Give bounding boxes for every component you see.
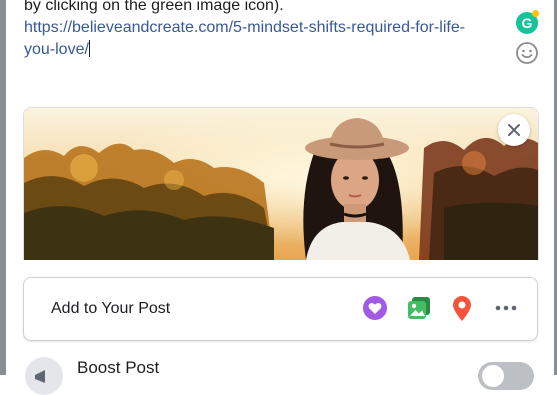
post-link[interactable]: https://believeandcreate.com/5-mindset-s… <box>24 19 465 58</box>
location-pin-icon[interactable] <box>447 293 477 323</box>
link-preview-image[interactable] <box>23 107 539 260</box>
post-text-area[interactable]: by clicking on the green image icon). ht… <box>24 0 504 61</box>
boost-post-label: Boost Post <box>77 358 160 377</box>
megaphone-icon <box>25 357 63 395</box>
smiley-icon[interactable] <box>515 41 539 65</box>
grammarly-icon[interactable]: G <box>516 10 539 34</box>
grammarly-badge <box>532 10 539 17</box>
photo-video-icon[interactable] <box>404 293 434 323</box>
window-edge-left <box>0 0 6 375</box>
text-cursor <box>88 40 90 57</box>
post-text-line: by clicking on the green image icon). <box>24 0 284 14</box>
toggle-knob <box>482 365 504 387</box>
more-icon[interactable] <box>491 293 521 323</box>
close-icon[interactable] <box>498 114 530 146</box>
activity-heart-icon[interactable] <box>360 293 390 323</box>
add-to-post-label: Add to Your Post <box>51 300 171 317</box>
add-to-post-bar: Add to Your Post <box>23 277 538 341</box>
boost-post-toggle[interactable] <box>478 362 534 390</box>
